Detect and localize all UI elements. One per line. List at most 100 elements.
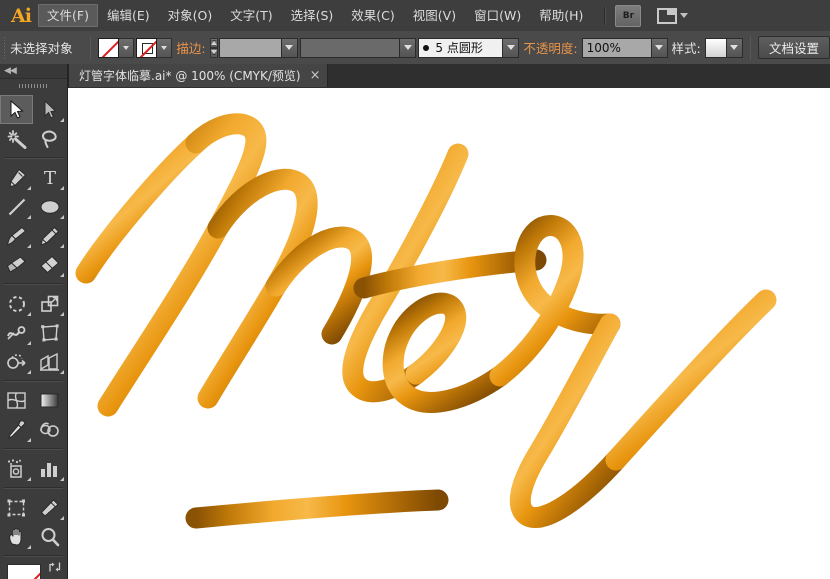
perspective-grid-tool[interactable]	[33, 347, 66, 376]
tools-panel-header[interactable]: ◀◀	[0, 64, 67, 79]
collapse-panel-icon[interactable]: ◀◀	[4, 66, 16, 76]
menu-item-view[interactable]: 视图(V)	[404, 4, 465, 27]
menu-item-effect[interactable]: 效果(C)	[342, 4, 403, 27]
tool-flyout-indicator[interactable]	[60, 516, 64, 520]
chevron-down-icon	[285, 45, 293, 50]
stroke-dropdown-button[interactable]	[157, 38, 172, 58]
mesh-tool[interactable]	[0, 386, 33, 415]
stroke-profile-combo[interactable]	[300, 38, 416, 58]
brush-definition-combo[interactable]: 5 点圆形	[418, 38, 519, 58]
control-bar-grip[interactable]	[4, 37, 5, 59]
gradient-tool[interactable]	[33, 386, 66, 415]
opacity-input[interactable]: 100%	[582, 38, 652, 58]
blob-brush-tool[interactable]	[0, 250, 33, 279]
stroke-weight-combo[interactable]	[219, 38, 298, 58]
bridge-button[interactable]: Br	[615, 5, 641, 27]
menu-item-window[interactable]: 窗口(W)	[465, 4, 530, 27]
document-tab[interactable]: 灯管字体临摹.ai* @ 100% (CMYK/预览) ×	[68, 64, 328, 87]
eraser-tool[interactable]	[33, 250, 66, 279]
tool-flyout-indicator[interactable]	[27, 370, 31, 374]
tool-flyout-indicator[interactable]	[60, 273, 64, 277]
menu-item-help[interactable]: 帮助(H)	[530, 4, 592, 27]
scale-tool[interactable]	[33, 289, 66, 318]
shape-builder-tool[interactable]	[0, 347, 33, 376]
tools-panel-grip[interactable]	[0, 79, 67, 93]
tool-flyout-indicator[interactable]	[60, 312, 64, 316]
zoom-tool[interactable]	[33, 522, 66, 551]
tool-flyout-indicator[interactable]	[60, 118, 64, 122]
tool-flyout-indicator[interactable]	[27, 244, 31, 248]
symbol-sprayer-tool[interactable]	[0, 454, 33, 483]
brush-definition-dropdown-button[interactable]	[503, 38, 519, 58]
opacity-dropdown-button[interactable]	[652, 38, 668, 58]
tool-divider	[4, 487, 63, 489]
graphic-style-combo[interactable]	[705, 38, 743, 58]
tool-flyout-indicator[interactable]	[27, 545, 31, 549]
illustrator-window: Ai 文件(F) 编辑(E) 对象(O) 文字(T) 选择(S) 效果(C) 视…	[0, 0, 830, 579]
line-segment-tool[interactable]	[0, 192, 33, 221]
menu-item-type[interactable]: 文字(T)	[221, 4, 281, 27]
tool-flyout-indicator[interactable]	[27, 215, 31, 219]
tool-flyout-indicator[interactable]	[60, 215, 64, 219]
neon-tube-lettering[interactable]	[68, 88, 830, 579]
chevron-down-icon	[123, 46, 129, 50]
direct-selection-tool[interactable]	[33, 95, 66, 124]
stroke-profile-input[interactable]	[300, 38, 400, 58]
menu-item-file[interactable]: 文件(F)	[38, 4, 98, 27]
tool-flyout-indicator[interactable]	[60, 477, 64, 481]
tool-flyout-indicator[interactable]	[27, 186, 31, 190]
stroke-control[interactable]	[136, 38, 172, 58]
tool-flyout-indicator[interactable]	[27, 312, 31, 316]
stepper-up-button[interactable]	[210, 38, 218, 48]
none-slash-icon	[99, 38, 119, 58]
menu-item-edit[interactable]: 编辑(E)	[98, 4, 159, 27]
stepper-down-button[interactable]	[210, 48, 218, 58]
lasso-tool[interactable]	[33, 124, 66, 153]
selection-tool[interactable]	[0, 95, 33, 124]
ellipse-tool[interactable]	[33, 192, 66, 221]
fill-dropdown-button[interactable]	[119, 38, 134, 58]
arrange-documents-button[interactable]	[657, 8, 688, 24]
close-icon[interactable]: ×	[310, 71, 321, 81]
blend-tool[interactable]	[33, 415, 66, 444]
tool-flyout-indicator[interactable]	[60, 370, 64, 374]
artboard-tool[interactable]	[0, 493, 33, 522]
column-graph-tool[interactable]	[33, 454, 66, 483]
tool-flyout-indicator[interactable]	[27, 477, 31, 481]
brush-dot-icon	[423, 45, 429, 51]
tool-flyout-indicator[interactable]	[60, 186, 64, 190]
swap-fill-stroke-icon[interactable]	[48, 561, 62, 573]
artboard-canvas[interactable]	[68, 88, 830, 579]
stroke-swatch[interactable]	[136, 38, 157, 58]
stroke-weight-stepper[interactable]	[210, 38, 218, 58]
eyedropper-tool[interactable]	[0, 415, 33, 444]
stroke-profile-dropdown-button[interactable]	[400, 38, 416, 58]
stroke-weight-input[interactable]	[219, 38, 282, 58]
menu-bar: Ai 文件(F) 编辑(E) 对象(O) 文字(T) 选择(S) 效果(C) 视…	[0, 0, 830, 32]
type-tool[interactable]: T	[33, 163, 66, 192]
document-setup-button[interactable]: 文档设置	[758, 36, 830, 59]
tool-flyout-indicator[interactable]	[60, 244, 64, 248]
pen-tool[interactable]	[0, 163, 33, 192]
graphic-style-dropdown-button[interactable]	[727, 38, 743, 58]
pencil-tool[interactable]	[33, 221, 66, 250]
hand-tool[interactable]	[0, 522, 33, 551]
fill-swatch[interactable]	[98, 38, 119, 58]
fill-indicator[interactable]	[7, 564, 41, 579]
opacity-combo[interactable]: 100%	[582, 38, 668, 58]
rotate-tool[interactable]	[0, 289, 33, 318]
magic-wand-tool[interactable]	[0, 124, 33, 153]
stroke-weight-dropdown-button[interactable]	[282, 38, 298, 58]
fill-control[interactable]	[98, 38, 134, 58]
brush-definition-input[interactable]: 5 点圆形	[418, 38, 503, 58]
paintbrush-tool[interactable]	[0, 221, 33, 250]
menu-item-object[interactable]: 对象(O)	[159, 4, 222, 27]
menu-item-select[interactable]: 选择(S)	[282, 4, 343, 27]
tool-flyout-indicator[interactable]	[27, 341, 31, 345]
slice-tool[interactable]	[33, 493, 66, 522]
graphic-style-swatch[interactable]	[705, 38, 727, 58]
tool-group-symbol-graph	[0, 452, 67, 485]
width-tool[interactable]	[0, 318, 33, 347]
tool-flyout-indicator[interactable]	[27, 438, 31, 442]
free-transform-tool[interactable]	[33, 318, 66, 347]
